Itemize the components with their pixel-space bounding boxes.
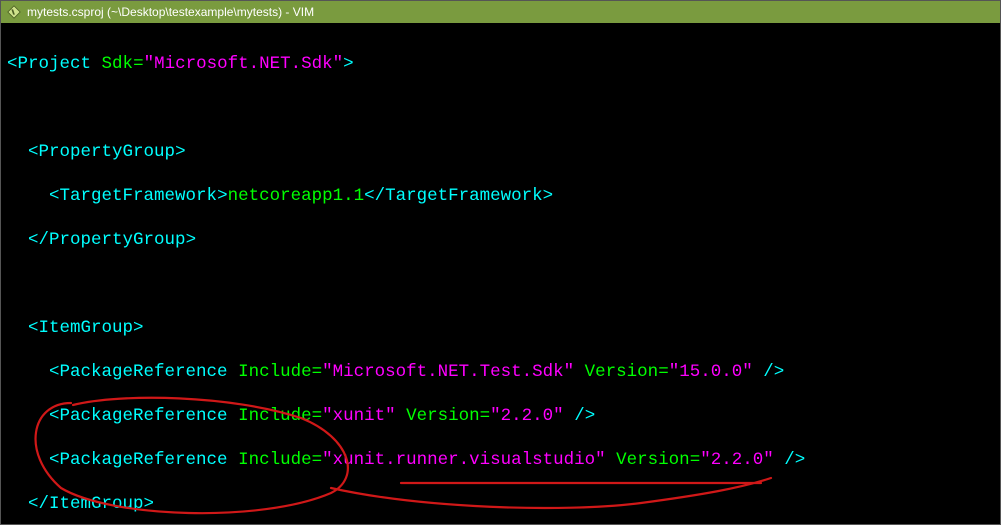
code-line: <ItemGroup> [7,317,994,339]
editor-area[interactable]: <Project Sdk="Microsoft.NET.Sdk"> <Prope… [1,23,1000,524]
window-title: mytests.csproj (~\Desktop\testexample\my… [27,5,314,19]
code-line: <TargetFramework>netcoreapp1.1</TargetFr… [7,185,994,207]
vim-icon [7,5,21,19]
code-line: </ItemGroup> [7,493,994,515]
titlebar[interactable]: mytests.csproj (~\Desktop\testexample\my… [1,1,1000,23]
code-line: <PackageReference Include="xunit.runner.… [7,449,994,471]
vim-window: mytests.csproj (~\Desktop\testexample\my… [0,0,1001,525]
code-line: <PackageReference Include="xunit" Versio… [7,405,994,427]
code-line: <Project Sdk="Microsoft.NET.Sdk"> [7,53,994,75]
code-line: <PackageReference Include="Microsoft.NET… [7,361,994,383]
code-line: </PropertyGroup> [7,229,994,251]
code-line [7,273,994,295]
code-line: <PropertyGroup> [7,141,994,163]
code-line [7,97,994,119]
